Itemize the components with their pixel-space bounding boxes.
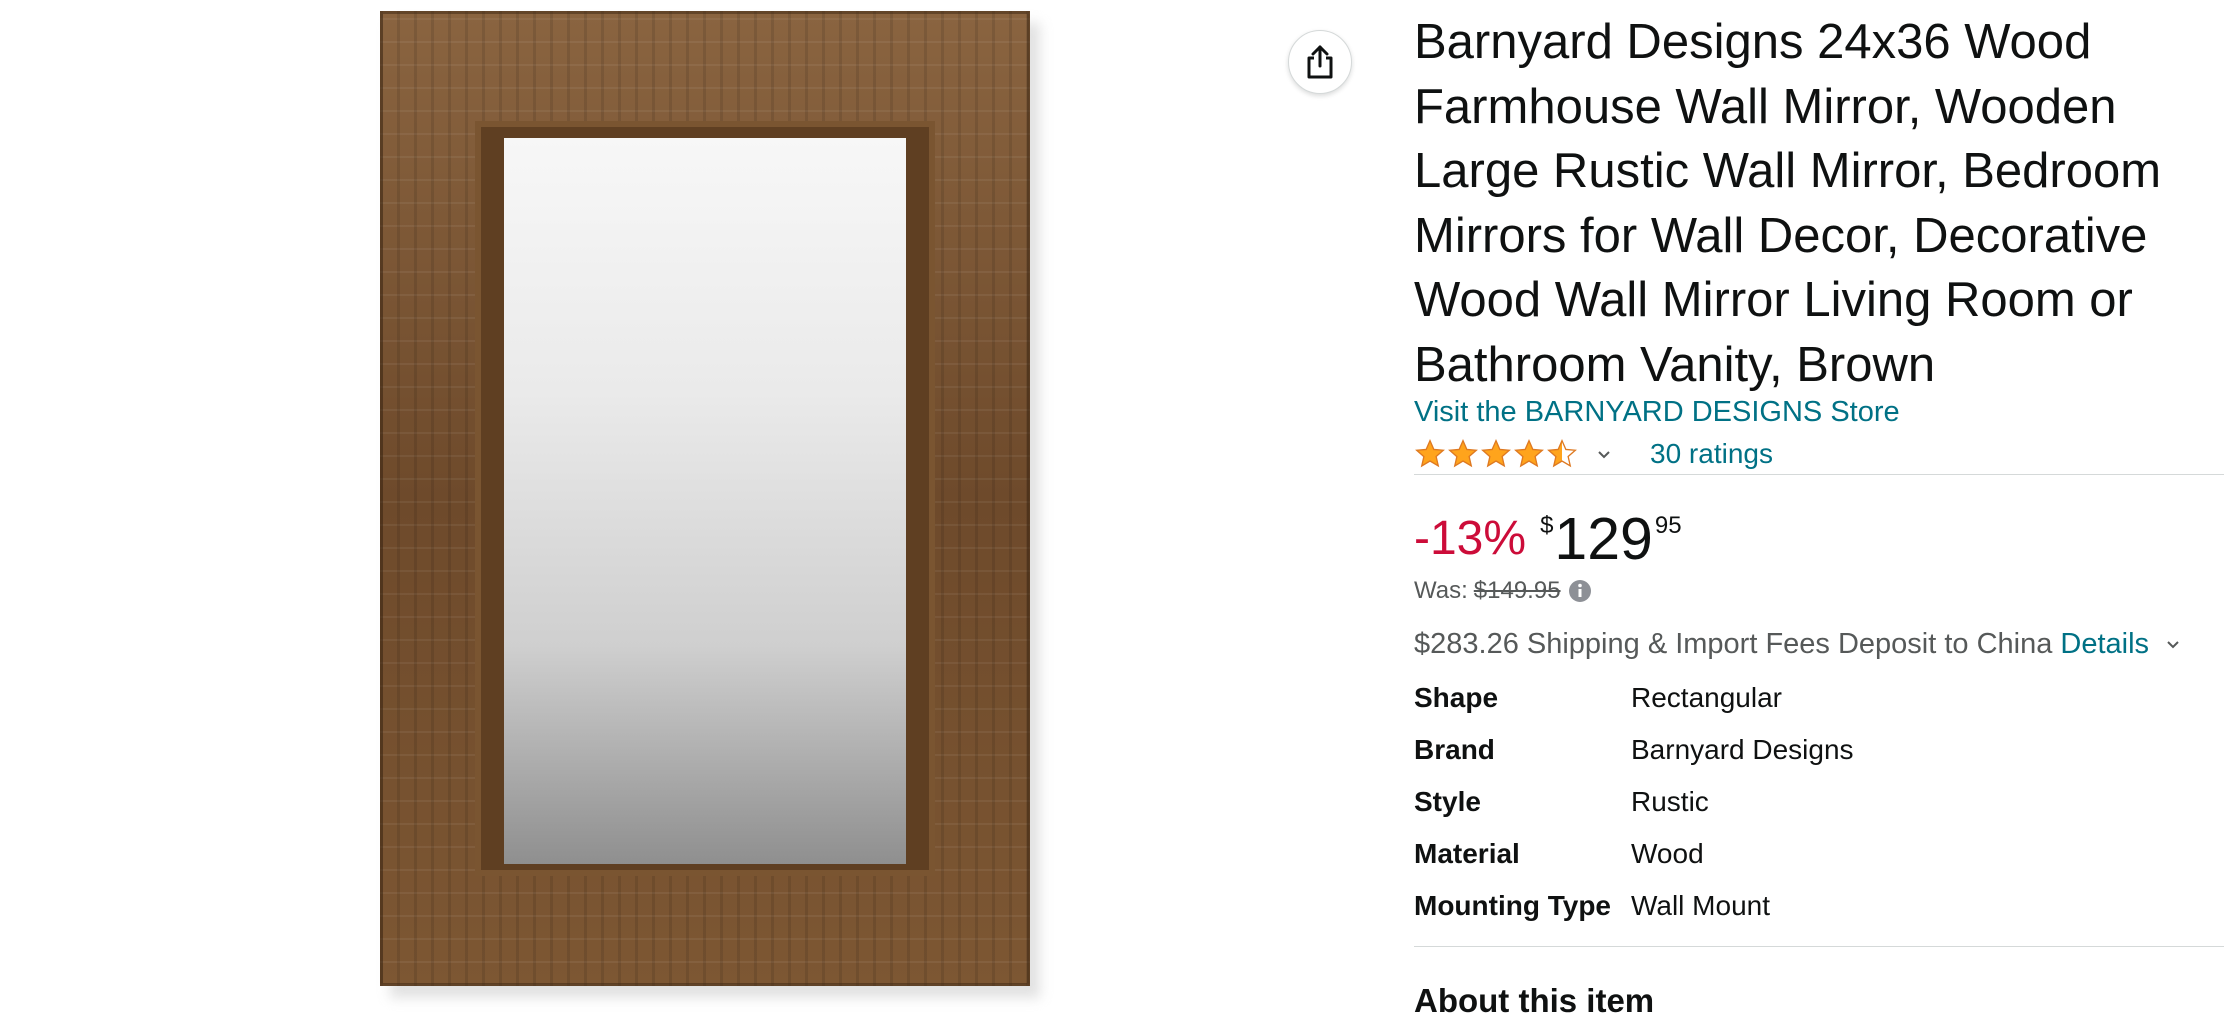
price-whole: 129 [1554,506,1653,572]
mirror-glass [504,138,906,864]
spec-row: Material Wood [1414,838,2114,878]
spec-label: Material [1414,838,1520,869]
spec-label: Style [1414,786,1481,817]
discount-percent: -13% [1414,512,1527,565]
share-button[interactable] [1288,30,1352,94]
spec-row: Brand Barnyard Designs [1414,734,2114,774]
spec-label: Brand [1414,734,1495,765]
spec-row: Mounting Type Wall Mount [1414,890,2114,930]
info-icon[interactable] [1568,579,1592,603]
spec-label: Mounting Type [1414,890,1611,921]
spec-value: Barnyard Designs [1631,734,1854,765]
spec-label: Shape [1414,682,1499,713]
about-this-item-heading: About this item [1414,982,1655,1019]
ratings-count-link[interactable]: 30 ratings [1650,438,1773,470]
spec-row: Style Rustic [1414,786,2114,826]
rating-row [1414,434,1612,474]
share-icon [1307,45,1333,79]
product-title: Barnyard Designs 24x36 Wood Farmhouse Wa… [1414,15,2162,392]
star-icon [1415,439,1445,468]
divider [1414,474,2224,475]
shipping-details-link[interactable]: Details [2060,628,2149,661]
was-price: $149.95 [1473,577,1561,604]
chevron-down-icon[interactable] [1596,447,1612,463]
price-block: -13% $ 129 95 [1414,505,1682,575]
star-rating[interactable] [1414,438,1578,470]
store-link[interactable]: Visit the BARNYARD DESIGNS Store [1414,396,1900,429]
chevron-down-icon[interactable] [2165,637,2181,653]
product-image[interactable] [380,11,1040,998]
shipping-text: $283.26 Shipping & Import Fees Deposit t… [1414,628,2053,660]
price-fraction: 95 [1654,512,1682,539]
star-icon [1481,439,1511,468]
was-label: Was: [1414,577,1468,604]
spec-value: Wall Mount [1631,890,1771,921]
half-star-icon [1547,439,1577,468]
spec-value: Rustic [1631,786,1709,817]
spec-row: Shape Rectangular [1414,682,2114,722]
was-price-row: Was: $149.95 [1414,577,1592,605]
spec-value: Rectangular [1631,682,1782,713]
divider [1414,946,2224,947]
star-icon [1514,439,1544,468]
spec-value: Wood [1631,838,1704,869]
price-currency-symbol: $ [1540,512,1554,539]
shipping-row: $283.26 Shipping & Import Fees Deposit t… [1414,628,2181,661]
star-icon [1448,439,1478,468]
